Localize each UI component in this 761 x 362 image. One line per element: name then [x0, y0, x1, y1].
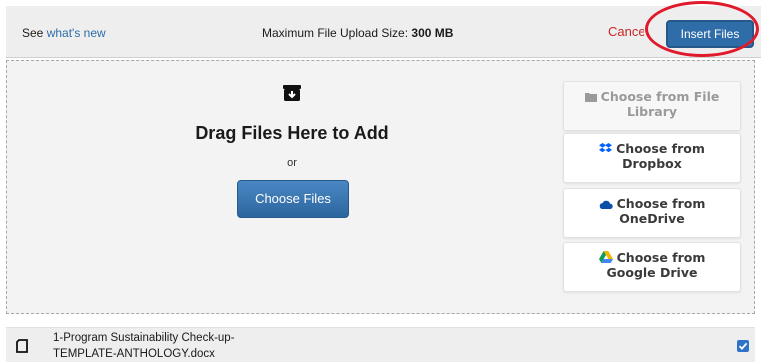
drag-files-title: Drag Files Here to Add [195, 123, 389, 143]
source-label-line1: Choose from [616, 250, 706, 265]
dropbox-icon [599, 143, 613, 157]
see-prefix: See [22, 26, 44, 40]
file-list-item[interactable]: 1-Program Sustainability Check-up- TEMPL… [6, 327, 755, 362]
choose-from-onedrive-button[interactable]: Choose from OneDrive [563, 188, 741, 238]
file-name-line1: 1-Program Sustainability Check-up- [53, 332, 235, 344]
upload-toolbar: See what's new Maximum File Upload Size:… [6, 6, 761, 58]
document-icon [16, 339, 28, 353]
whats-new-notice: See what's new [22, 26, 106, 40]
choose-from-dropbox-button[interactable]: Choose from Dropbox [563, 133, 741, 183]
source-label-line2: Dropbox [622, 156, 682, 171]
file-name: 1-Program Sustainability Check-up- TEMPL… [53, 330, 313, 362]
onedrive-cloud-icon [599, 198, 613, 212]
drop-zone[interactable]: Drag Files Here to Add or Choose Files C… [6, 60, 755, 314]
or-separator: or [287, 157, 297, 169]
source-label-line1: Choose from [616, 196, 706, 211]
source-label-line2: Google Drive [606, 265, 698, 280]
file-name-line2: TEMPLATE-ANTHOLOGY.docx [53, 348, 215, 360]
archive-download-icon [283, 85, 301, 101]
folder-icon [584, 91, 597, 105]
choose-files-button[interactable]: Choose Files [237, 180, 349, 218]
insert-files-button[interactable]: Insert Files [666, 20, 754, 48]
choose-from-file-library-button[interactable]: Choose from File Library [563, 81, 741, 131]
source-label-line1: Choose from [616, 141, 705, 156]
max-size-value: 300 MB [411, 26, 454, 40]
choose-from-google-drive-button[interactable]: Choose from Google Drive [563, 242, 741, 292]
source-label-line2: Library [626, 104, 678, 119]
max-upload-size: Maximum File Upload Size: 300 MB [262, 26, 453, 40]
file-select-checkbox[interactable] [737, 340, 749, 352]
source-label-line2: OneDrive [619, 211, 685, 226]
google-drive-icon [598, 251, 613, 266]
source-label-line1: Choose from File [600, 89, 720, 104]
whats-new-link[interactable]: what's new [47, 26, 106, 40]
max-size-label: Maximum File Upload Size: [262, 26, 409, 40]
cancel-button[interactable]: Cancel [608, 24, 644, 39]
